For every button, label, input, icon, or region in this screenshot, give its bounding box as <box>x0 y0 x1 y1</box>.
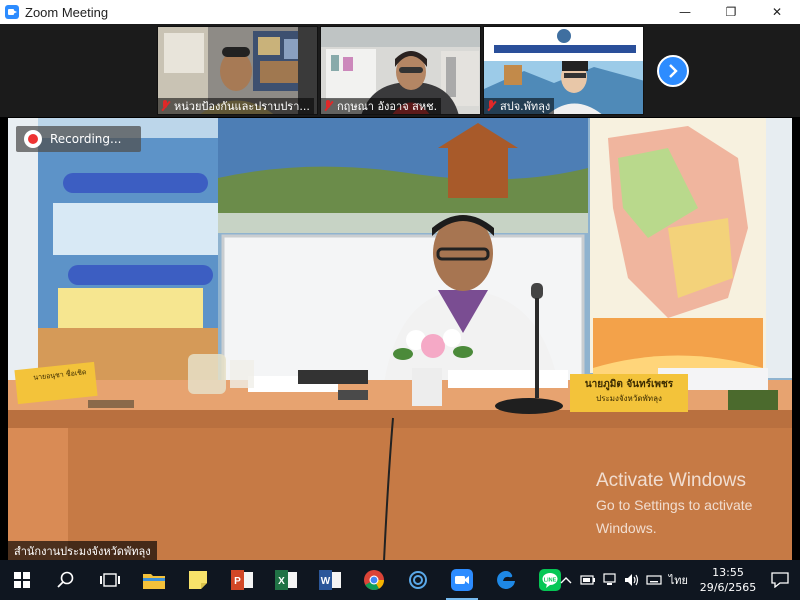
activate-line-2: Windows. <box>596 520 657 536</box>
nameplate-right-name: นายภูมิต จันทร์เพชร <box>584 379 674 390</box>
participant-name-2: กฤษณา อังอาจ สหช. <box>321 98 442 114</box>
participant-video-2[interactable]: กฤษณา อังอาจ สหช. <box>320 26 481 115</box>
edge-button[interactable] <box>484 560 528 600</box>
windows-taskbar: P X W LINE ไทย 13:55 29/6/2565 <box>0 560 800 600</box>
input-language-indicator[interactable]: ไทย <box>669 571 688 589</box>
participant-name-1: หน่วยป้องกันและปราบปรา... <box>158 98 314 114</box>
active-speaker-name: สำนักงานประมงจังหวัดพัทลุง <box>8 541 157 561</box>
word-icon: W <box>319 570 341 590</box>
sticky-notes-button[interactable] <box>176 560 220 600</box>
participant-video-1[interactable]: หน่วยป้องกันและปราบปรา... <box>157 26 318 115</box>
chevron-up-icon <box>560 577 572 584</box>
search-button[interactable] <box>44 560 88 600</box>
powerpoint-icon: P <box>231 570 253 590</box>
file-explorer-icon <box>143 574 165 589</box>
word-button[interactable]: W <box>308 560 352 600</box>
mic-muted-icon <box>486 100 496 112</box>
svg-text:W: W <box>321 576 331 587</box>
mic-muted-icon <box>323 100 333 112</box>
show-hidden-icons-button[interactable] <box>555 560 577 600</box>
minimize-button[interactable]: — <box>662 0 708 24</box>
svg-text:P: P <box>234 576 241 587</box>
activate-line-1: Go to Settings to activate <box>596 497 753 513</box>
task-view-icon <box>100 573 120 587</box>
recording-icon <box>24 130 42 148</box>
main-speaker-video[interactable]: นายภูมิต จันทร์เพชร ประมงจังหวัดพัทลุง น… <box>8 118 792 561</box>
edge-icon <box>497 571 515 589</box>
excel-button[interactable]: X <box>264 560 308 600</box>
clock-time: 13:55 <box>712 566 744 579</box>
close-button[interactable]: ✕ <box>754 0 800 24</box>
network-icon <box>603 573 616 585</box>
start-button[interactable] <box>0 560 44 600</box>
network-button[interactable] <box>599 560 621 600</box>
keyboard-button[interactable] <box>643 560 665 600</box>
recording-label: Recording... <box>50 132 122 146</box>
participant-name-3: สปจ.พัทลุง <box>484 98 555 114</box>
participant-name-text-2: กฤษณา อังอาจ สหช. <box>337 100 438 113</box>
zoom-app-icon <box>5 5 19 19</box>
participant-name-text-3: สปจ.พัทลุง <box>500 100 551 113</box>
participant-video-3[interactable]: สปจ.พัทลุง <box>483 26 644 115</box>
activate-heading: Activate Windows <box>596 470 746 491</box>
clock-date: 29/6/2565 <box>699 581 757 594</box>
volume-button[interactable] <box>621 560 643 600</box>
start-icon <box>14 572 30 588</box>
task-view-button[interactable] <box>88 560 132 600</box>
zoom-taskbar-button[interactable] <box>440 560 484 600</box>
system-tray: ไทย 13:55 29/6/2565 <box>555 560 800 600</box>
speaker-icon <box>624 574 638 586</box>
excel-icon: X <box>275 570 297 590</box>
cortana-button[interactable] <box>396 560 440 600</box>
chrome-button[interactable] <box>352 560 396 600</box>
battery-button[interactable] <box>577 560 599 600</box>
taskbar-clock[interactable]: 13:55 29/6/2565 <box>696 565 760 595</box>
title-bar: Zoom Meeting — ❐ ✕ <box>0 0 800 24</box>
next-page-button[interactable] <box>657 55 689 87</box>
recording-indicator[interactable]: Recording... <box>16 126 141 152</box>
maximize-button[interactable]: ❐ <box>708 0 754 24</box>
zoom-icon <box>451 569 473 591</box>
powerpoint-button[interactable]: P <box>220 560 264 600</box>
sticky-notes-icon <box>189 571 207 589</box>
window-title: Zoom Meeting <box>25 4 109 20</box>
chrome-icon <box>364 570 384 590</box>
chevron-right-icon <box>669 64 678 78</box>
nameplate-right: นายภูมิต จันทร์เพชร ประมงจังหวัดพัทลุง <box>572 378 686 406</box>
keyboard-icon <box>646 575 662 585</box>
window-controls: — ❐ ✕ <box>662 0 800 24</box>
file-explorer-button[interactable] <box>132 560 176 600</box>
svg-text:X: X <box>278 576 285 587</box>
participant-gallery: หน่วยป้องกันและปราบปรา... กฤษณา อังอาจ ส… <box>0 24 800 117</box>
action-center-button[interactable] <box>760 560 800 600</box>
search-icon <box>57 571 74 588</box>
battery-icon <box>580 575 595 585</box>
cortana-icon <box>409 571 427 589</box>
notification-icon <box>771 572 789 588</box>
participant-name-text-1: หน่วยป้องกันและปราบปรา... <box>174 100 310 113</box>
activate-windows-watermark: Activate Windows Go to Settings to activ… <box>596 470 752 538</box>
nameplate-right-title: ประมงจังหวัดพัทลุง <box>596 394 662 403</box>
mic-muted-icon <box>160 100 170 112</box>
